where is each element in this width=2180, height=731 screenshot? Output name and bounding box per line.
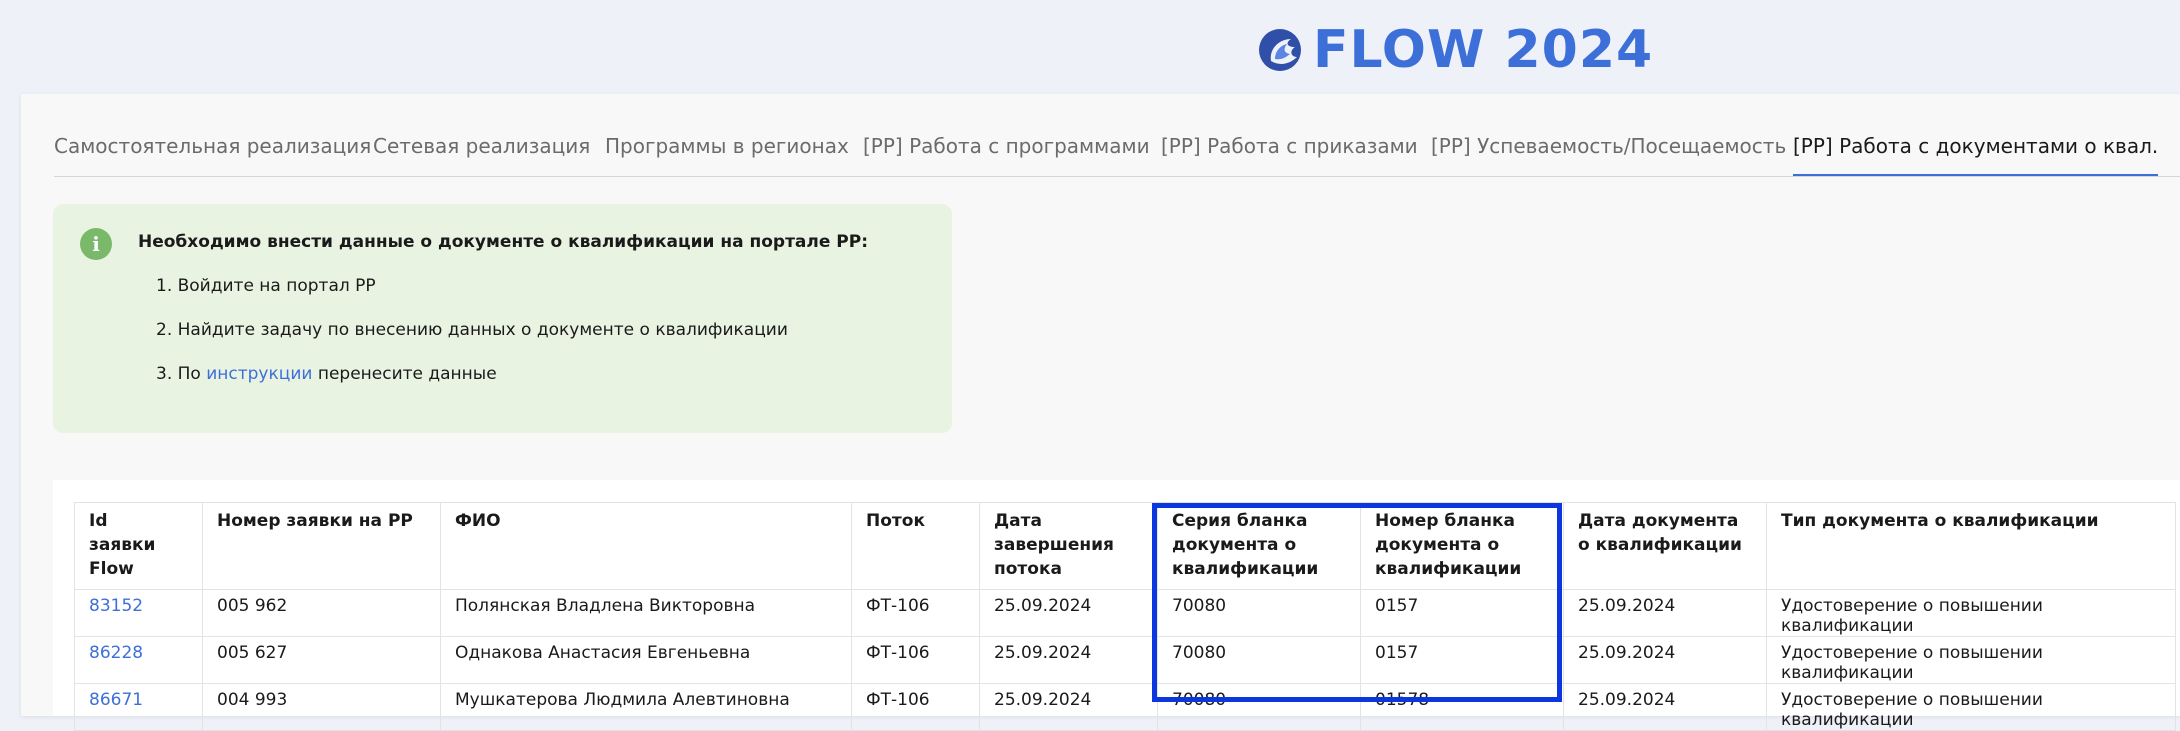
col-doc-series: Серия бланка документа о квалификации: [1157, 502, 1361, 590]
col-doc-number: Номер бланка документа о квалификации: [1360, 502, 1564, 590]
cell-doc-date: 25.09.2024: [1563, 589, 1767, 637]
cell-doc-type: Удостоверение о повышении квалификации: [1766, 589, 2176, 637]
cell-flow-id[interactable]: 86671: [74, 683, 203, 731]
col-doc-type: Тип документа о квалификации: [1766, 502, 2176, 590]
cell-doc-number: 0157: [1360, 589, 1564, 637]
tab-regional-programs[interactable]: Программы в регионах: [605, 134, 849, 174]
cell-doc-number: 01578: [1360, 683, 1564, 731]
step-3-prefix: 3. По: [156, 364, 207, 384]
col-doc-date: Дата документа о квалификации: [1563, 502, 1767, 590]
col-stream: Поток: [851, 502, 980, 590]
tab-rr-programs[interactable]: [РР] Работа с программами: [863, 134, 1150, 174]
cell-stream: ФТ-106: [851, 683, 980, 731]
table-row: 86671 004 993 Мушкатерова Людмила Алевти…: [74, 683, 2176, 731]
cell-full-name: Мушкатерова Людмила Алевтиновна: [440, 683, 852, 731]
tab-bar: Самостоятельная реализация Сетевая реали…: [54, 94, 2180, 177]
cell-stream: ФТ-106: [851, 589, 980, 637]
alert-step-1: 1. Войдите на портал РР: [156, 276, 376, 296]
alert-step-3: 3. По инструкции перенесите данные: [156, 364, 788, 408]
cell-rr-number: 004 993: [202, 683, 441, 731]
tab-rr-orders[interactable]: [РР] Работа с приказами: [1161, 134, 1418, 174]
col-stream-end-date: Дата завершения потока: [979, 502, 1158, 590]
flow-id-link[interactable]: 86228: [89, 643, 143, 663]
table-row: 83152 005 962 Полянская Владлена Викторо…: [74, 589, 2176, 637]
tab-rr-attendance[interactable]: [РР] Успеваемость/Посещаемость: [1431, 134, 1786, 174]
table-row: 86228 005 627 Однакова Анастасия Евгенье…: [74, 636, 2176, 684]
cell-stream: ФТ-106: [851, 636, 980, 684]
cell-doc-type: Удостоверение о повышении квалификации: [1766, 636, 2176, 684]
cell-doc-date: 25.09.2024: [1563, 683, 1767, 731]
cell-doc-series: 70080: [1157, 589, 1361, 637]
flow-id-link[interactable]: 83152: [89, 596, 143, 616]
cell-end-date: 25.09.2024: [979, 589, 1158, 637]
cell-rr-number: 005 962: [202, 589, 441, 637]
alert-step-2: 2. Найдите задачу по внесению данных о д…: [156, 320, 788, 340]
qualification-table: Id заявки Flow Номер заявки на РР ФИО По…: [74, 502, 2176, 731]
cell-flow-id[interactable]: 83152: [74, 589, 203, 637]
tab-self-implementation[interactable]: Самостоятельная реализация: [54, 134, 371, 174]
tab-network-implementation[interactable]: Сетевая реализация: [373, 134, 590, 174]
tab-rr-qualification-docs[interactable]: [РР] Работа с документами о квал.: [1793, 134, 2159, 176]
cell-doc-date: 25.09.2024: [1563, 636, 1767, 684]
col-rr-request-number: Номер заявки на РР: [202, 502, 441, 590]
cell-full-name: Однакова Анастасия Евгеньевна: [440, 636, 852, 684]
info-alert: i Необходимо внести данные о документе о…: [53, 204, 952, 433]
cell-doc-series: 70080: [1157, 636, 1361, 684]
cell-end-date: 25.09.2024: [979, 683, 1158, 731]
instructions-link[interactable]: инструкции: [206, 364, 312, 384]
col-flow-id: Id заявки Flow: [74, 502, 203, 590]
step-3-suffix: перенесите данные: [312, 364, 497, 384]
cell-doc-number: 0157: [1360, 636, 1564, 684]
info-icon: i: [80, 228, 112, 260]
alert-steps: 1. Войдите на портал РР 2. Найдите задач…: [156, 276, 788, 408]
logo-text: FLOW 2024: [1313, 20, 1654, 80]
cell-doc-series: 70080: [1157, 683, 1361, 731]
cell-flow-id[interactable]: 86228: [74, 636, 203, 684]
qualification-table-card: Id заявки Flow Номер заявки на РР ФИО По…: [53, 480, 2180, 731]
col-full-name: ФИО: [440, 502, 852, 590]
flow-logo-icon: [1257, 27, 1303, 73]
cell-full-name: Полянская Владлена Викторовна: [440, 589, 852, 637]
cell-doc-type: Удостоверение о повышении квалификации: [1766, 683, 2176, 731]
flow-logo: FLOW 2024: [1257, 22, 1653, 78]
flow-id-link[interactable]: 86671: [89, 690, 143, 710]
table-header-row: Id заявки Flow Номер заявки на РР ФИО По…: [74, 502, 2176, 590]
alert-title: Необходимо внести данные о документе о к…: [138, 232, 869, 252]
cell-end-date: 25.09.2024: [979, 636, 1158, 684]
cell-rr-number: 005 627: [202, 636, 441, 684]
